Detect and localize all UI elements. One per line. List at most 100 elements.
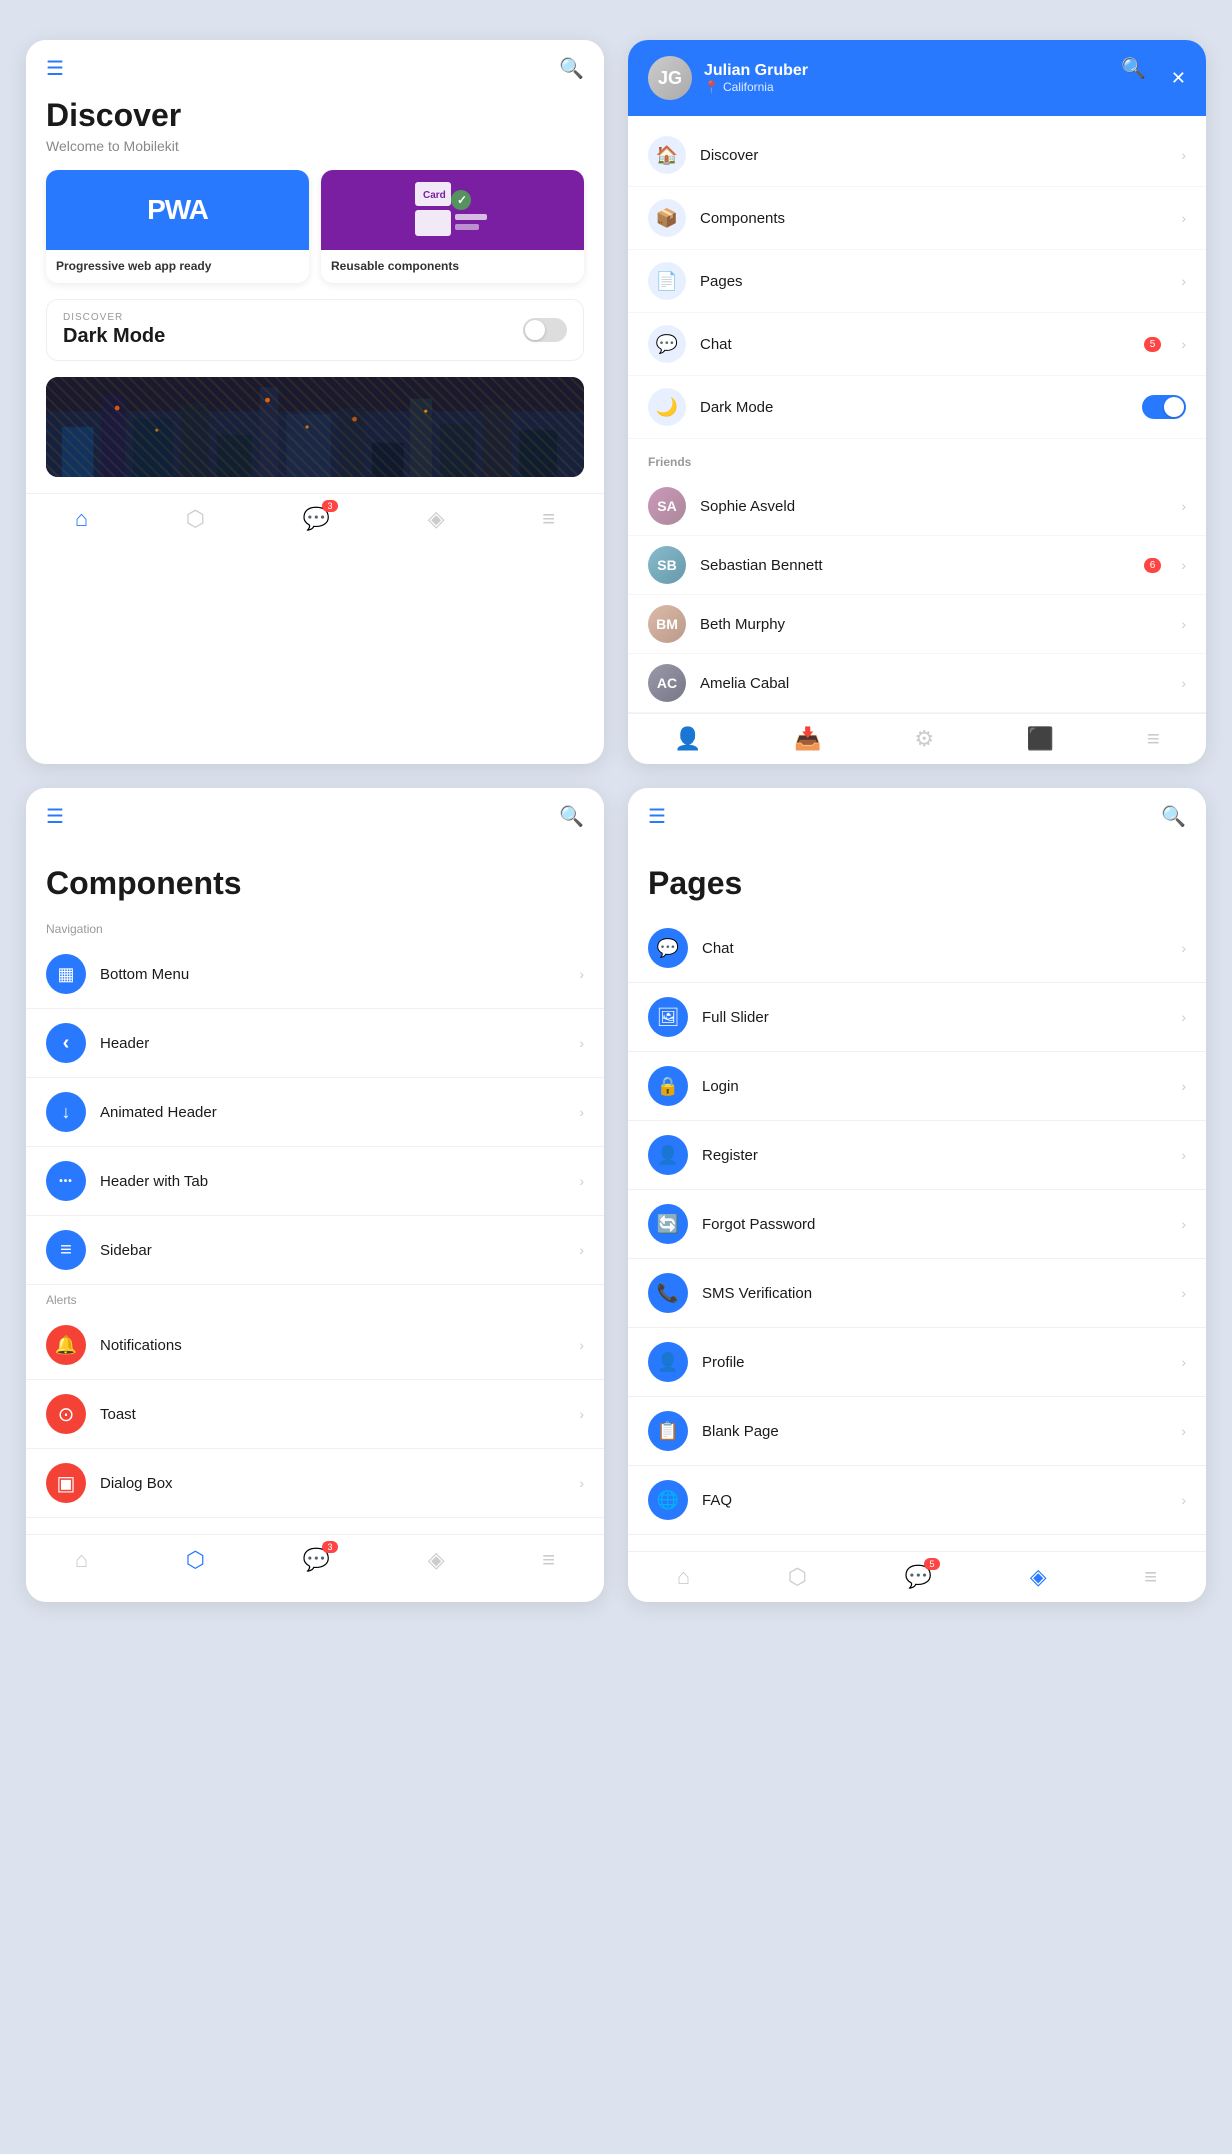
sidebar-nav-profile[interactable]: 👤 <box>674 726 701 752</box>
nav-layers-icon[interactable]: ◈ <box>1030 1564 1047 1590</box>
list-sidebar[interactable]: ≡ Sidebar › <box>26 1216 604 1285</box>
nav-home-icon[interactable]: ⌂ <box>75 1547 88 1573</box>
dark-mode-toggle[interactable] <box>523 318 567 342</box>
hamburger-icon[interactable]: ☰ <box>46 804 64 829</box>
list-notifications[interactable]: 🔔 Notifications › <box>26 1311 604 1380</box>
page-full-slider[interactable]: 🖼 Full Slider › <box>628 983 1206 1052</box>
list-animated-header[interactable]: ↓ Animated Header › <box>26 1078 604 1147</box>
darkmode-menu-toggle[interactable] <box>1142 395 1186 419</box>
page-sms[interactable]: 📞 SMS Verification › <box>628 1259 1206 1328</box>
nav-chat-icon[interactable]: 💬5 <box>905 1564 932 1590</box>
menu-darkmode-label: Dark Mode <box>700 399 1128 416</box>
animated-header-label: Animated Header <box>100 1104 565 1121</box>
chevron-icon: › <box>579 1406 584 1422</box>
chevron-icon: › <box>579 1337 584 1353</box>
page-forgot-password[interactable]: 🔄 Forgot Password › <box>628 1190 1206 1259</box>
login-page-icon: 🔒 <box>648 1066 688 1106</box>
components-title: Components <box>26 845 604 914</box>
page-blank[interactable]: 📋 Blank Page › <box>628 1397 1206 1466</box>
faq-page-icon: 🌐 <box>648 1480 688 1520</box>
hamburger-icon[interactable]: ☰ <box>648 804 666 829</box>
friend-sebastian[interactable]: SB Sebastian Bennett 6 › <box>628 536 1206 595</box>
menu-item-components[interactable]: 📦 Components › <box>628 187 1206 250</box>
sidebar-nav-download[interactable]: 📥 <box>794 726 821 752</box>
components-image: Card ✓ <box>321 170 584 250</box>
friend-beth[interactable]: BM Beth Murphy › <box>628 595 1206 654</box>
chat-page-label: Chat <box>702 940 1167 957</box>
sidebar-nav-settings[interactable]: ⚙ <box>914 726 934 752</box>
menu-item-discover[interactable]: 🏠 Discover › <box>628 124 1206 187</box>
nav-menu-icon[interactable]: ≡ <box>1144 1564 1157 1590</box>
sebastian-avatar: SB <box>648 546 686 584</box>
chevron-icon: › <box>1181 1009 1186 1025</box>
pwa-image: PWA <box>46 170 309 250</box>
pages-title: Pages <box>628 845 1206 914</box>
components-card[interactable]: Card ✓ Reusable components <box>321 170 584 283</box>
menu-chevron-icon: › <box>1181 336 1186 352</box>
page-chat[interactable]: 💬 Chat › <box>628 914 1206 983</box>
nav-chat-icon[interactable]: 💬3 <box>303 1547 330 1573</box>
list-dialog[interactable]: ▣ Dialog Box › <box>26 1449 604 1518</box>
page-faq[interactable]: 🌐 FAQ › <box>628 1466 1206 1535</box>
menu-item-chat[interactable]: 💬 Chat 5 › <box>628 313 1206 376</box>
page-profile[interactable]: 👤 Profile › <box>628 1328 1206 1397</box>
sidebar-nav-more[interactable]: ≡ <box>1147 726 1160 752</box>
list-header-tab[interactable]: ••• Header with Tab › <box>26 1147 604 1216</box>
friend-chevron: › <box>1181 616 1186 632</box>
sidebar-card: JG Julian Gruber 📍 California ✕ 🔍 🏠 Disc… <box>628 40 1206 764</box>
nav-home-icon[interactable]: ⌂ <box>75 506 88 532</box>
nav-layers-icon[interactable]: ◈ <box>428 506 445 532</box>
list-bottom-menu[interactable]: ▦ Bottom Menu › <box>26 940 604 1009</box>
friend-sophie[interactable]: SA Sophie Asveld › <box>628 477 1206 536</box>
user-avatar: JG <box>648 56 692 100</box>
chevron-icon: › <box>1181 1147 1186 1163</box>
pwa-card[interactable]: PWA Progressive web app ready <box>46 170 309 283</box>
nav-chat-icon[interactable]: 💬3 <box>303 506 330 532</box>
friends-title: Friends <box>648 455 1186 469</box>
page-register[interactable]: 👤 Register › <box>628 1121 1206 1190</box>
nav-box-icon[interactable]: ⬡ <box>186 1547 205 1573</box>
search-icon[interactable]: 🔍 <box>1161 804 1186 829</box>
chevron-icon: › <box>579 966 584 982</box>
list-header[interactable]: ‹ Header › <box>26 1009 604 1078</box>
user-name: Julian Gruber <box>704 62 808 80</box>
nav-menu-icon[interactable]: ≡ <box>542 506 555 532</box>
dialog-icon: ▣ <box>46 1463 86 1503</box>
nav-menu-icon[interactable]: ≡ <box>542 1547 555 1573</box>
list-toast[interactable]: ⊙ Toast › <box>26 1380 604 1449</box>
chat-menu-badge: 5 <box>1144 337 1162 352</box>
beth-name: Beth Murphy <box>700 616 1167 633</box>
friend-chevron: › <box>1181 675 1186 691</box>
nav-box-icon[interactable]: ⬡ <box>788 1564 807 1590</box>
friend-amelia[interactable]: AC Amelia Cabal › <box>628 654 1206 713</box>
chevron-icon: › <box>1181 1354 1186 1370</box>
nav-home-icon[interactable]: ⌂ <box>677 1564 690 1590</box>
menu-item-darkmode[interactable]: 🌙 Dark Mode <box>628 376 1206 439</box>
svg-text:Card: Card <box>423 190 446 201</box>
menu-darkmode-icon: 🌙 <box>648 388 686 426</box>
svg-text:✓: ✓ <box>457 193 467 207</box>
search-icon[interactable]: 🔍 <box>559 804 584 829</box>
sidebar-search-icon[interactable]: 🔍 <box>1121 58 1146 80</box>
menu-chevron-icon: › <box>1181 273 1186 289</box>
search-icon[interactable]: 🔍 <box>559 56 584 81</box>
close-sidebar-button[interactable]: ✕ <box>1171 68 1186 89</box>
blank-page-label: Blank Page <box>702 1423 1167 1440</box>
discover-bottom-nav: ⌂ ⬡ 💬3 ◈ ≡ <box>26 493 604 544</box>
menu-chat-label: Chat <box>700 336 1130 353</box>
sidebar-nav-logout[interactable]: ⬛ <box>1027 726 1054 752</box>
sophie-name: Sophie Asveld <box>700 498 1167 515</box>
pages-card: ☰ 🔍 Pages 💬 Chat › 🖼 Full Slider › 🔒 Log… <box>628 788 1206 1602</box>
chat-badge: 5 <box>924 1558 940 1570</box>
friend-chevron: › <box>1181 557 1186 573</box>
nav-layers-icon[interactable]: ◈ <box>428 1547 445 1573</box>
discover-top-bar: ☰ 🔍 <box>26 40 604 97</box>
notifications-icon: 🔔 <box>46 1325 86 1365</box>
animated-header-icon: ↓ <box>46 1092 86 1132</box>
menu-components-icon: 📦 <box>648 199 686 237</box>
nav-box-icon[interactable]: ⬡ <box>186 506 205 532</box>
hamburger-icon[interactable]: ☰ <box>46 56 64 81</box>
page-login[interactable]: 🔒 Login › <box>628 1052 1206 1121</box>
register-page-icon: 👤 <box>648 1135 688 1175</box>
menu-item-pages[interactable]: 📄 Pages › <box>628 250 1206 313</box>
